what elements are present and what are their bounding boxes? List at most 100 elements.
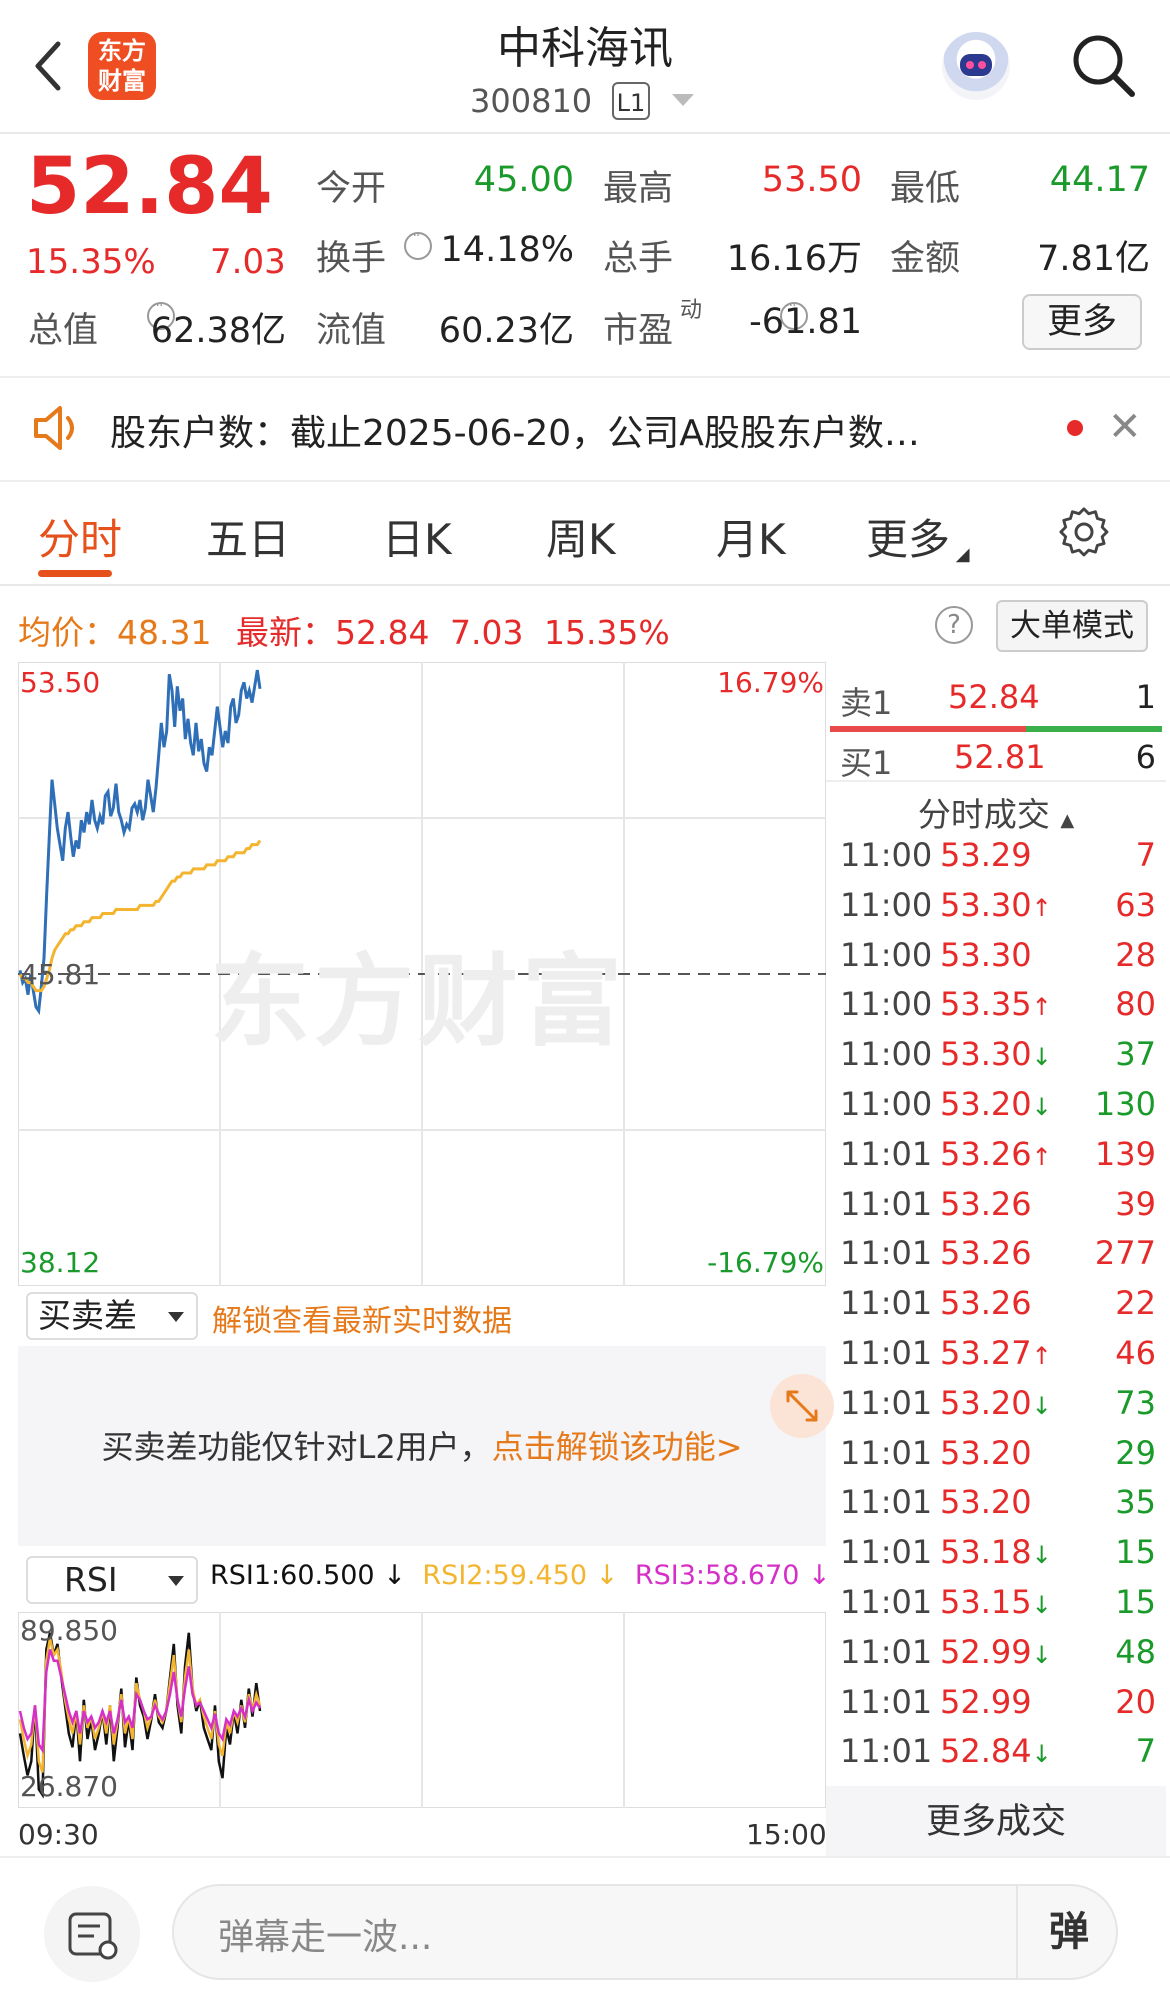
trade-row: 11:00 53.30↑ 63 — [826, 886, 1156, 936]
trade-time: 11:00 — [840, 935, 933, 974]
trade-row: 11:01 53.18↓ 15 — [826, 1533, 1156, 1583]
trade-price: 52.99 — [940, 1682, 1032, 1721]
trade-row: 11:01 53.20↓ 73 — [826, 1384, 1156, 1434]
level-badge[interactable]: L1 — [612, 82, 650, 120]
trade-price: 53.30↑ — [940, 885, 1052, 924]
robot-assistant-icon[interactable] — [942, 32, 1010, 100]
trade-volume: 15 — [1115, 1533, 1156, 1572]
order-book[interactable]: 卖1 52.84 1 买1 52.81 6 — [826, 662, 1166, 782]
trade-row: 11:00 53.30↓ 37 — [826, 1035, 1156, 1085]
trade-time: 11:01 — [840, 1483, 933, 1522]
sell-volume-bar — [830, 726, 1026, 732]
trade-price: 53.26 — [940, 1284, 1032, 1323]
trade-volume: 39 — [1115, 1184, 1156, 1223]
float-value: 60.23亿 — [438, 311, 574, 351]
rsi-max-label: 89.850 — [20, 1614, 118, 1647]
chevron-down-icon[interactable] — [672, 94, 694, 106]
tab-weekly-k[interactable]: 周K — [546, 506, 616, 567]
divider — [826, 780, 1166, 782]
trade-price: 53.18↓ — [940, 1533, 1052, 1572]
trade-price: 53.26 — [940, 1234, 1032, 1273]
tab-daily-k[interactable]: 日K — [382, 506, 452, 567]
trade-time: 11:01 — [840, 1433, 933, 1472]
chart-tabs: 分时 五日 日K 周K 月K 更多 ◢ — [0, 484, 1170, 586]
y-min-label: 38.12 — [20, 1246, 101, 1279]
trade-time: 11:00 — [840, 836, 933, 874]
unlock-feature-link[interactable]: 点击解锁该功能> — [492, 1428, 743, 1466]
change-amount: 7.03 — [210, 242, 286, 282]
trade-time: 11:01 — [840, 1583, 933, 1621]
amount-label: 金额 — [890, 239, 961, 279]
trade-price: 53.35↑ — [940, 985, 1052, 1024]
trade-price: 53.29 — [940, 836, 1032, 874]
stock-code[interactable]: 300810 — [470, 82, 592, 120]
float-label: 流值 — [316, 311, 387, 351]
locked-panel[interactable]: 买卖差功能仅针对L2用户，点击解锁该功能> — [18, 1346, 834, 1546]
close-icon[interactable]: ✕ — [1108, 404, 1142, 450]
volume-label: 总手 — [603, 239, 674, 279]
trade-volume: 22 — [1115, 1284, 1156, 1323]
trade-row: 11:00 53.35↑ 80 — [826, 985, 1156, 1035]
tab-more[interactable]: 更多 ◢ — [866, 506, 970, 567]
trades-title[interactable]: 分时成交 ▲ — [826, 788, 1166, 836]
trade-volume: 28 — [1115, 935, 1156, 974]
trade-price: 52.99↓ — [940, 1632, 1052, 1671]
more-trades-button[interactable]: 更多成交 — [826, 1786, 1166, 1858]
trade-volume: 7 — [1135, 1732, 1156, 1771]
trade-price: 53.27↑ — [940, 1334, 1052, 1372]
trade-time: 11:00 — [840, 1085, 933, 1123]
notice-text[interactable]: 股东户数：截止2025-06-20，公司A股股东户数… — [110, 404, 920, 456]
pct-max-label: 16.79% — [717, 666, 824, 699]
trade-price: 53.20↓ — [940, 1085, 1052, 1123]
tab-monthly-k[interactable]: 月K — [716, 506, 786, 567]
trade-volume: 15 — [1115, 1583, 1156, 1621]
trade-volume: 29 — [1115, 1433, 1156, 1472]
low-label: 最低 — [890, 169, 961, 209]
indicator-select[interactable]: 买卖差 — [26, 1292, 198, 1340]
mktcap-value: 62.38亿 — [150, 311, 286, 351]
big-order-mode-button[interactable]: 大单模式 — [996, 600, 1148, 652]
trade-price: 53.20↓ — [940, 1383, 1052, 1422]
low-value: 44.17 — [1049, 160, 1150, 200]
trade-volume: 80 — [1115, 985, 1156, 1024]
watermark-logo: 东方财富 — [210, 943, 626, 1060]
speaker-icon — [34, 406, 74, 450]
trade-row: 11:01 52.84↓ 7 — [826, 1732, 1156, 1782]
trade-row: 11:01 53.26 39 — [826, 1185, 1156, 1235]
more-quote-button[interactable]: 更多 — [1022, 294, 1142, 350]
rsi-chart[interactable]: 89.850 26.870 — [17, 1611, 827, 1809]
search-icon[interactable] — [1068, 30, 1138, 100]
chat-settings-icon[interactable] — [44, 1886, 140, 1982]
gear-icon[interactable] — [1058, 506, 1110, 558]
pe-superscript: 动 — [680, 298, 703, 323]
trade-volume: 48 — [1115, 1632, 1156, 1671]
trade-row: 11:01 53.20 29 — [826, 1434, 1156, 1484]
expand-icon[interactable] — [770, 1374, 834, 1438]
trade-price: 53.26 — [940, 1184, 1032, 1223]
trade-volume: 139 — [1094, 1134, 1156, 1173]
trade-price: 53.20 — [940, 1433, 1032, 1472]
trade-price: 53.30 — [940, 935, 1032, 974]
trade-row: 11:01 53.26 277 — [826, 1234, 1156, 1284]
trade-volume: 63 — [1115, 885, 1156, 924]
unlock-link[interactable]: 解锁查看最新实时数据 — [212, 1296, 512, 1340]
rsi-select[interactable]: RSI — [26, 1556, 198, 1604]
trade-row: 11:01 52.99↓ 48 — [826, 1633, 1156, 1683]
trade-row: 11:01 53.26↑ 139 — [826, 1135, 1156, 1185]
tab-intraday[interactable]: 分时 — [38, 506, 122, 567]
danmu-toggle-button[interactable]: 弹 — [1016, 1886, 1120, 1978]
trade-time: 11:01 — [840, 1632, 933, 1671]
trade-price: 53.20 — [940, 1483, 1032, 1522]
danmu-input[interactable]: 弹幕走一波... 弹 — [172, 1884, 1118, 1980]
info-icon[interactable] — [404, 228, 432, 260]
locked-message: 买卖差功能仅针对L2用户，点击解锁该功能> — [101, 1428, 743, 1466]
turnover-value: 14.18% — [440, 230, 574, 270]
y-mid-label: 45.81 — [20, 958, 101, 991]
y-max-label: 53.50 — [20, 666, 101, 699]
tab-five-day[interactable]: 五日 — [206, 506, 290, 567]
active-tab-indicator — [38, 570, 112, 577]
help-icon[interactable]: ? — [935, 606, 973, 644]
price-summary: 均价：48.31 最新：52.84 7.03 15.35% — [18, 613, 670, 652]
trade-row: 11:00 53.20↓ 130 — [826, 1085, 1156, 1135]
trade-price: 52.84↓ — [940, 1732, 1052, 1771]
